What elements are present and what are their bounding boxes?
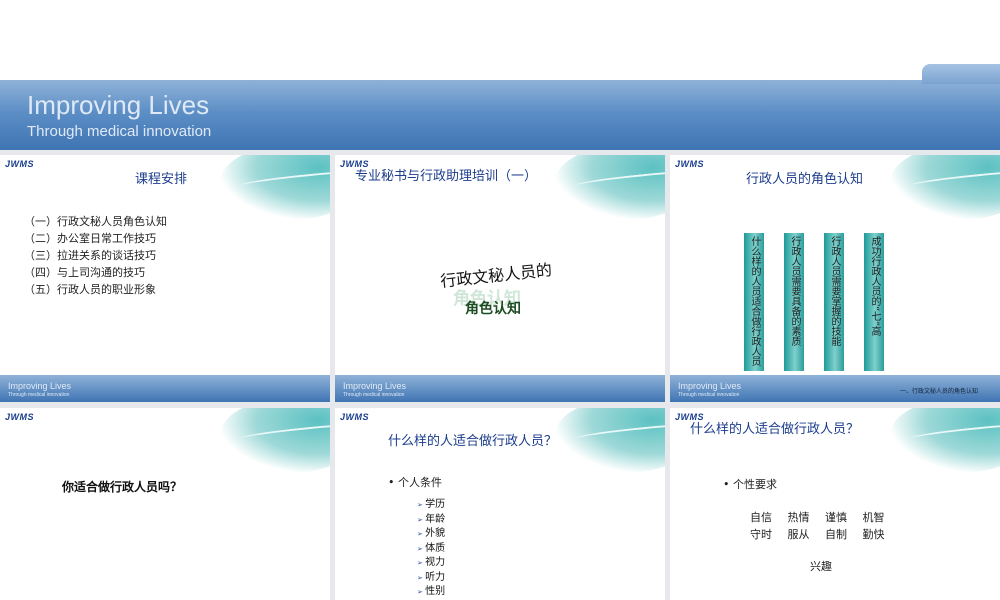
bullet-item: • 个人条件 (388, 476, 442, 489)
footer-title: Improving Lives (343, 381, 407, 391)
jwms-logo: JWMS (675, 159, 704, 169)
topic-bar: 行政人员需要具备的素质 (784, 233, 804, 371)
slide-title: 行政人员的角色认知 (746, 172, 864, 187)
sub-item: 视力 (417, 556, 445, 571)
sub-item: 年龄 (417, 513, 445, 528)
slide-footer: Improving Lives Through medical innovatio… (335, 375, 665, 402)
trait-extra: 兴趣 (810, 560, 832, 573)
sub-item: 学历 (417, 498, 445, 513)
slide-thumbnail-6[interactable]: JWMS 什么样的人适合做行政人员？ • 个性要求 自信 热情 谨慎 机智 守时 … (670, 408, 1000, 600)
jwms-logo: JWMS (5, 159, 34, 169)
bullet-text: 个性要求 (733, 478, 777, 491)
slide-title: 什么样的人适合做行政人员？ (388, 434, 558, 449)
footer-subtitle: Through medical innovation (343, 392, 405, 398)
slide-title: 专业秘书与行政助理培训（一） (355, 169, 538, 184)
slide-footer: Improving Lives Through medical innovatio… (0, 375, 330, 402)
sub-item: 听力 (417, 571, 445, 586)
wordart-subtitle: 角色认知 (465, 301, 521, 317)
swoosh-decoration (220, 408, 330, 473)
slide-thumbnail-3[interactable]: JWMS 行政人员的角色认知 什么样的人员适合做行政人员 行政人员需要具备的素质… (670, 155, 1000, 402)
top-blank-area (0, 0, 1000, 80)
slide-thumbnail-1[interactable]: JWMS 课程安排 （一）行政文秘人员角色认知 （二）办公室日常工作技巧 （三）… (0, 155, 330, 402)
footer-subtitle: Through medical innovation (8, 392, 70, 398)
banner-tab (922, 64, 1000, 84)
agenda-item: （二）办公室日常工作技巧 (24, 232, 156, 245)
jwms-logo: JWMS (340, 412, 369, 422)
agenda-item: （五）行政人员的职业形象 (24, 283, 156, 296)
bullet-text: 个人条件 (398, 476, 442, 489)
slide-thumbnail-4[interactable]: JWMS 你适合做行政人员吗？ (0, 408, 330, 600)
topic-bar: 什么样的人员适合做行政人员 (744, 233, 764, 371)
slide-thumbnail-5[interactable]: JWMS 什么样的人适合做行政人员？ • 个人条件 学历 年龄 外貌 体质 视力… (335, 408, 665, 600)
jwms-logo: JWMS (5, 412, 34, 422)
banner-title: Improving Lives (27, 90, 210, 120)
swoosh-decoration (220, 155, 330, 220)
bullet-item: • 个性要求 (723, 478, 777, 491)
sub-item: 性别 (417, 585, 445, 600)
slide-title: 什么样的人适合做行政人员？ (690, 422, 860, 437)
agenda-item: （四）与上司沟通的技巧 (24, 266, 145, 279)
agenda-item: （一）行政文秘人员角色认知 (24, 215, 167, 228)
slide-thumbnail-2[interactable]: JWMS 专业秘书与行政助理培训（一） 行政文秘人员的 角色认知 角色认知 Im… (335, 155, 665, 402)
slide-footer: Improving Lives Through medical innovatio… (670, 375, 1000, 402)
slide-question: 你适合做行政人员吗？ (62, 480, 183, 494)
sub-item: 外貌 (417, 527, 445, 542)
slide-title: 课程安排 (135, 172, 188, 187)
footer-title: Improving Lives (678, 381, 742, 391)
trait-grid: 自信 热情 谨慎 机智 守时 服从 自制 勤快 (750, 509, 885, 543)
footer-section-label: 一、行政文秘人员的角色认知 (899, 388, 978, 395)
swoosh-decoration (555, 155, 665, 220)
swoosh-decoration (555, 408, 665, 473)
topic-bar: 行政人员需要掌握的技能 (824, 233, 844, 371)
swoosh-decoration (890, 408, 1000, 473)
footer-title: Improving Lives (8, 381, 72, 391)
footer-subtitle: Through medical innovation (678, 392, 740, 398)
sub-list: 学历 年龄 外貌 体质 视力 听力 性别 (417, 498, 445, 600)
sub-item: 体质 (417, 542, 445, 557)
trait-row: 守时 服从 自制 勤快 (750, 528, 885, 541)
trait-row: 自信 热情 谨慎 机智 (750, 511, 885, 524)
banner-subtitle: Through medical innovation (27, 123, 212, 140)
agenda-item: （三）拉进关系的谈话技巧 (24, 249, 156, 262)
topic-bar: 成功行政人员的“七”高 (864, 233, 884, 371)
agenda-list: （一）行政文秘人员角色认知 （二）办公室日常工作技巧 （三）拉进关系的谈话技巧 … (24, 213, 167, 298)
swoosh-decoration (890, 155, 1000, 220)
